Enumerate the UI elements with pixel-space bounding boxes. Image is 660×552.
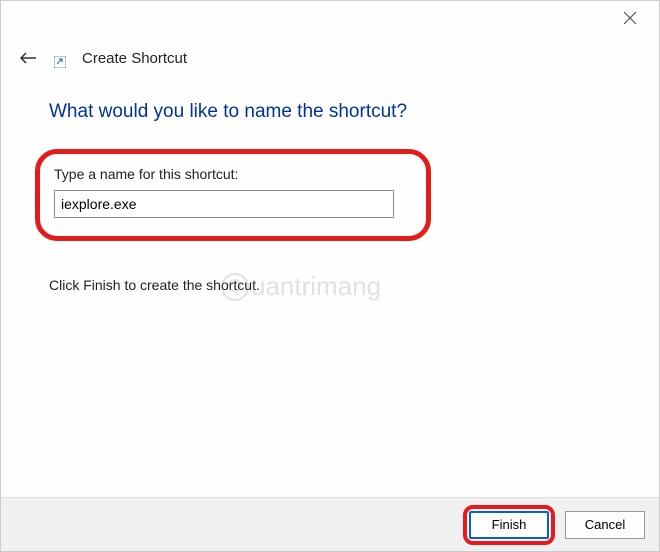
instruction-text: Click Finish to create the shortcut.: [49, 277, 611, 293]
close-icon: [623, 11, 637, 25]
header: Create Shortcut: [1, 1, 659, 69]
finish-button[interactable]: Finish: [469, 511, 549, 539]
name-input-label: Type a name for this shortcut:: [54, 166, 412, 182]
back-button[interactable]: [18, 48, 38, 68]
back-arrow-icon: [19, 51, 37, 65]
close-button[interactable]: [623, 11, 641, 29]
footer: Finish Cancel: [1, 497, 659, 551]
name-input-highlight: Type a name for this shortcut:: [35, 149, 431, 241]
window-title: Create Shortcut: [82, 50, 187, 67]
cancel-button[interactable]: Cancel: [565, 511, 645, 539]
shortcut-name-input[interactable]: [54, 190, 394, 218]
content-area: What would you like to name the shortcut…: [1, 69, 659, 293]
finish-button-highlight: Finish: [463, 505, 555, 545]
page-heading: What would you like to name the shortcut…: [49, 101, 611, 123]
shortcut-overlay-icon: [54, 55, 68, 69]
